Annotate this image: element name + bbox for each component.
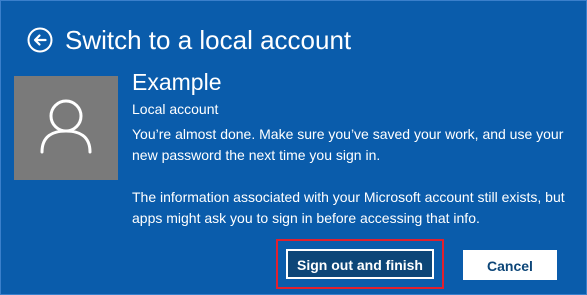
account-type-label: Local account (132, 101, 219, 117)
user-avatar-icon (14, 76, 118, 180)
sign-out-and-finish-button[interactable]: Sign out and finish (286, 249, 434, 279)
completion-message: You’re almost done. Make sure you’ve sav… (132, 126, 564, 163)
dialog-header: Switch to a local account (27, 23, 351, 57)
account-info: Example Local account You’re almost done… (132, 67, 572, 229)
cancel-button[interactable]: Cancel (463, 250, 557, 280)
sign-out-button-highlight: Sign out and finish (276, 239, 444, 289)
microsoft-account-info-message: The information associated with your Mic… (132, 189, 565, 226)
page-title: Switch to a local account (65, 25, 352, 55)
account-username: Example (132, 69, 222, 95)
switch-to-local-account-dialog: Switch to a local account Example Local … (0, 0, 587, 295)
back-arrow-icon[interactable] (27, 27, 53, 53)
